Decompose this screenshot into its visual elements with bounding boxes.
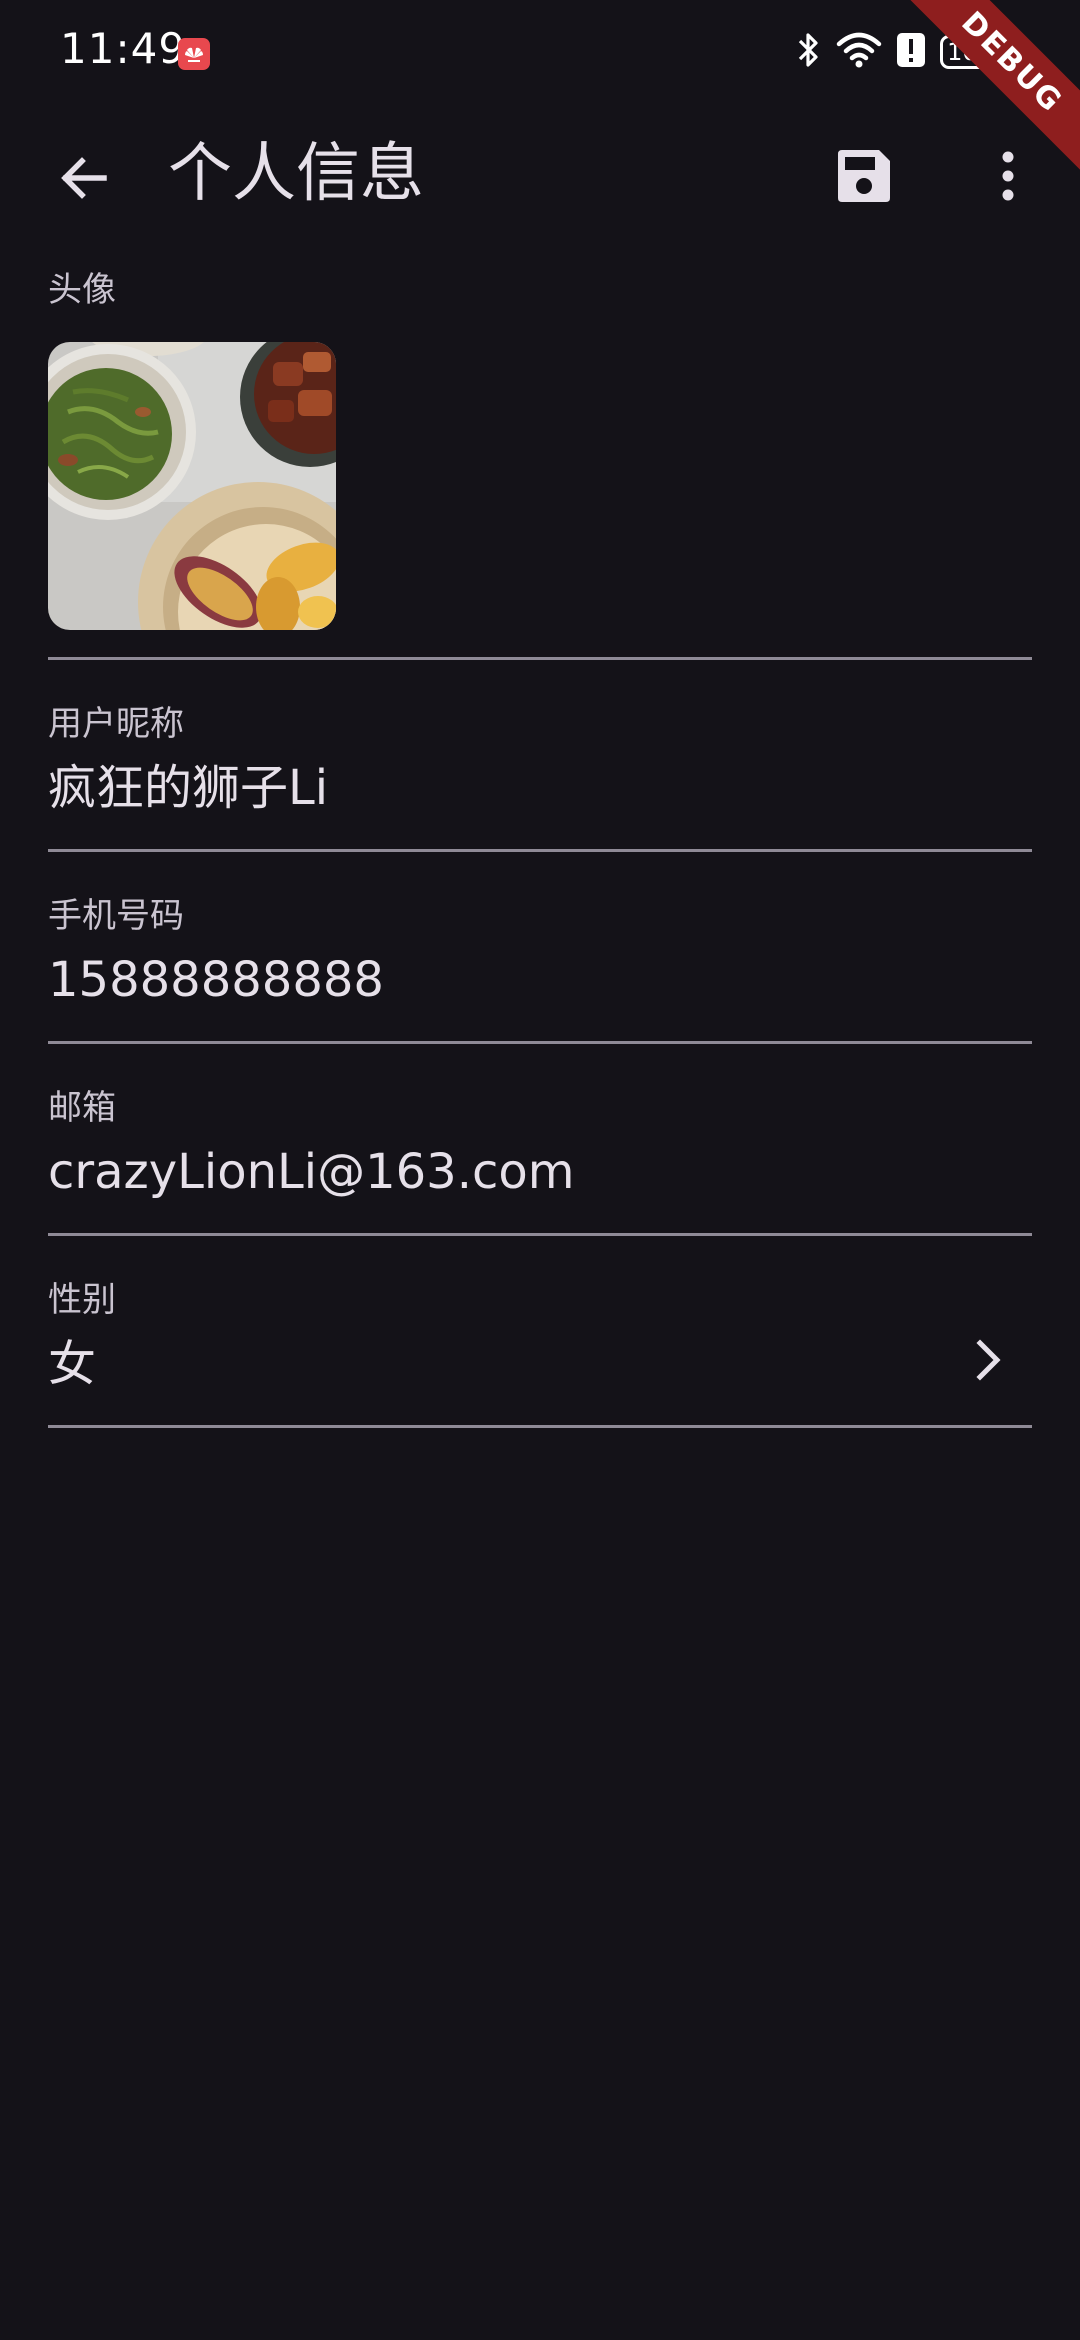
huawei-app-icon [178,38,210,70]
save-icon [835,147,893,209]
app-bar: 个人信息 [0,100,1080,250]
email-value[interactable]: crazyLionLi@163.com [48,1140,574,1204]
status-time: 11:49 [60,24,187,73]
gender-value[interactable]: 女 [48,1332,96,1396]
avatar-image[interactable] [48,342,336,630]
page-title: 个人信息 [168,137,424,211]
gender-field[interactable]: 性别 女 [48,1236,1032,1428]
email-label: 邮箱 [48,1088,116,1128]
alert-icon [896,31,926,73]
back-button[interactable] [44,140,124,220]
phone-value[interactable]: 15888888888 [48,948,384,1012]
save-button[interactable] [822,136,906,220]
phone-label: 手机号码 [48,896,184,936]
nickname-label: 用户昵称 [48,704,184,744]
phone-field[interactable]: 手机号码 15888888888 [48,852,1032,1044]
more-vert-icon [998,150,1018,206]
bluetooth-icon [796,30,822,74]
wifi-icon [836,30,882,74]
chevron-right-icon[interactable] [966,1332,1010,1388]
status-bar: 11:49 [0,0,1080,100]
avatar-label: 头像 [48,270,116,310]
gender-label: 性别 [48,1280,116,1320]
avatar-section[interactable]: 头像 [48,250,1032,660]
nickname-field[interactable]: 用户昵称 疯狂的狮子Li [48,660,1032,852]
back-arrow-icon [58,152,110,208]
more-options-button[interactable] [968,136,1048,220]
nickname-value[interactable]: 疯狂的狮子Li [48,756,328,820]
email-field[interactable]: 邮箱 crazyLionLi@163.com [48,1044,1032,1236]
profile-form: 头像 用户昵称 疯狂的狮子Li 手机号码 15888888888 邮箱 craz… [48,250,1032,1428]
